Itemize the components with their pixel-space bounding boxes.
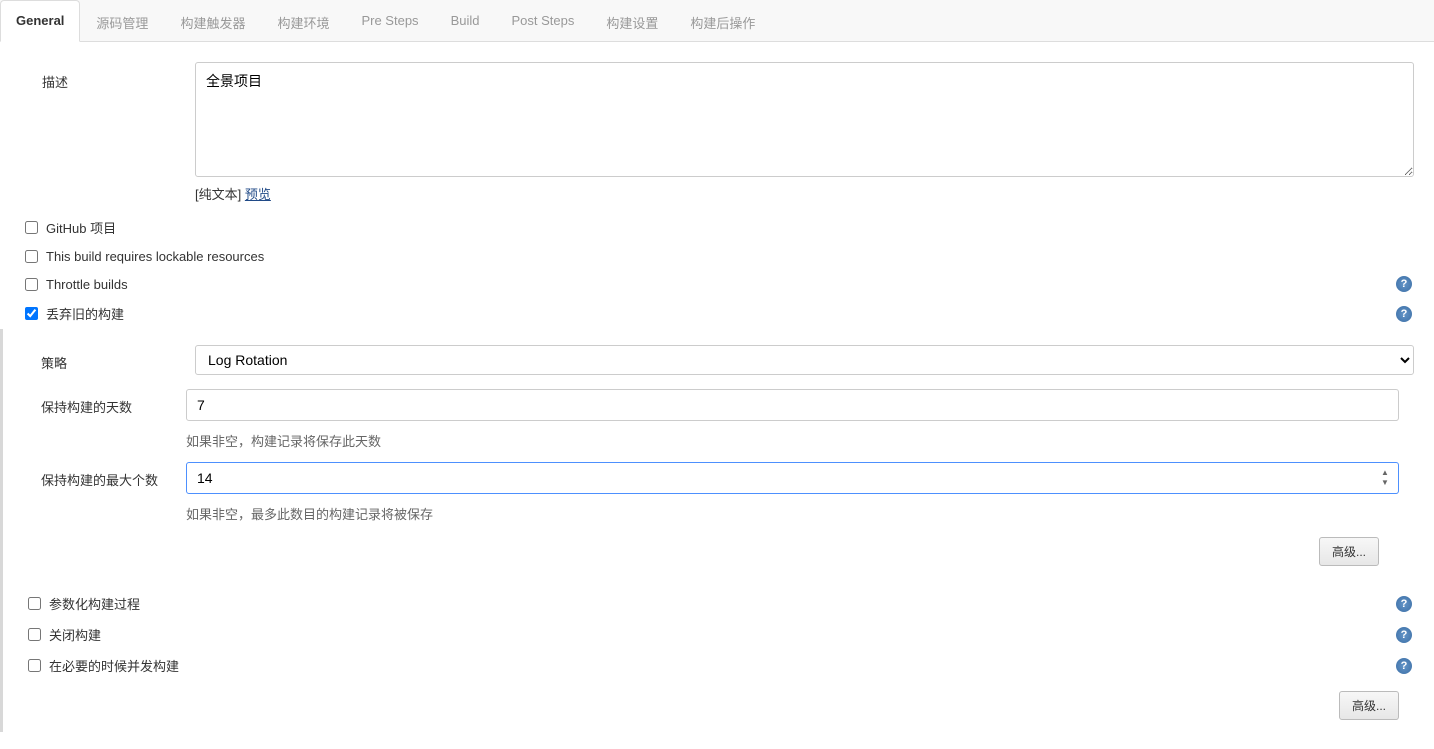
discard-checkbox[interactable] [25, 307, 38, 320]
checkbox-throttle[interactable]: Throttle builds ? [0, 270, 1434, 298]
tab-triggers[interactable]: 构建触发器 [164, 0, 261, 41]
github-project-label: GitHub 项目 [46, 218, 116, 237]
parameterized-checkbox[interactable] [28, 597, 41, 610]
spinner-icon[interactable]: ▲ ▼ [1381, 466, 1395, 490]
description-label: 描述 [0, 62, 195, 207]
tab-settings[interactable]: 构建设置 [590, 0, 674, 41]
help-icon[interactable]: ? [1396, 596, 1412, 612]
tab-build[interactable]: Build [435, 0, 496, 41]
preview-link[interactable]: 预览 [245, 187, 271, 202]
tab-general[interactable]: General [0, 0, 80, 42]
discard-label: 丢弃旧的构建 [46, 304, 124, 323]
tab-postbuild[interactable]: 构建后操作 [674, 0, 771, 41]
maxnum-input[interactable] [186, 462, 1399, 494]
tabs-bar: General 源码管理 构建触发器 构建环境 Pre Steps Build … [0, 0, 1434, 42]
help-icon[interactable]: ? [1396, 306, 1412, 322]
tab-source[interactable]: 源码管理 [80, 0, 164, 41]
concurrent-checkbox[interactable] [28, 659, 41, 672]
checkbox-parameterized[interactable]: 参数化构建过程 ? [3, 588, 1434, 619]
maxnum-label: 保持构建的最大个数 [18, 462, 186, 527]
parameterized-label: 参数化构建过程 [49, 594, 140, 613]
content: 描述 [纯文本] 预览 GitHub 项目 This build require… [0, 42, 1434, 732]
strategy-label: 策略 [3, 345, 195, 375]
throttle-checkbox[interactable] [25, 278, 38, 291]
days-input[interactable] [186, 389, 1399, 421]
lockable-label: This build requires lockable resources [46, 249, 264, 264]
lockable-checkbox[interactable] [25, 250, 38, 263]
checkbox-disable[interactable]: 关闭构建 ? [3, 619, 1434, 650]
discard-block: 策略 Log Rotation 保持构建的天数 如果非空，构建记录将保存此天数 … [0, 329, 1434, 588]
help-icon[interactable]: ? [1396, 658, 1412, 674]
checkbox-concurrent[interactable]: 在必要的时候并发构建 ? [3, 650, 1434, 681]
checkbox-github-project[interactable]: GitHub 项目 [0, 212, 1434, 243]
description-footer: [纯文本] 预览 [195, 180, 1414, 207]
tab-presteps[interactable]: Pre Steps [345, 0, 434, 41]
concurrent-label: 在必要的时候并发构建 [49, 656, 179, 675]
disable-label: 关闭构建 [49, 625, 101, 644]
help-icon[interactable]: ? [1396, 276, 1412, 292]
github-project-checkbox[interactable] [25, 221, 38, 234]
checkbox-lockable[interactable]: This build requires lockable resources [0, 243, 1434, 270]
disable-checkbox[interactable] [28, 628, 41, 641]
maxnum-hint: 如果非空，最多此数目的构建记录将被保存 [186, 494, 1399, 527]
checkbox-discard[interactable]: 丢弃旧的构建 ? [0, 298, 1434, 329]
days-hint: 如果非空，构建记录将保存此天数 [186, 421, 1399, 454]
description-textarea[interactable] [195, 62, 1414, 177]
days-label: 保持构建的天数 [18, 389, 186, 454]
throttle-label: Throttle builds [46, 277, 128, 292]
tab-poststeps[interactable]: Post Steps [495, 0, 590, 41]
strategy-select[interactable]: Log Rotation [195, 345, 1414, 375]
plaintext-label: [纯文本] [195, 187, 241, 202]
advanced-button[interactable]: 高级... [1319, 537, 1379, 566]
tab-env[interactable]: 构建环境 [261, 0, 345, 41]
help-icon[interactable]: ? [1396, 627, 1412, 643]
advanced-button-2[interactable]: 高级... [1339, 691, 1399, 720]
chevron-up-icon[interactable]: ▲ [1381, 468, 1395, 478]
chevron-down-icon[interactable]: ▼ [1381, 478, 1395, 488]
